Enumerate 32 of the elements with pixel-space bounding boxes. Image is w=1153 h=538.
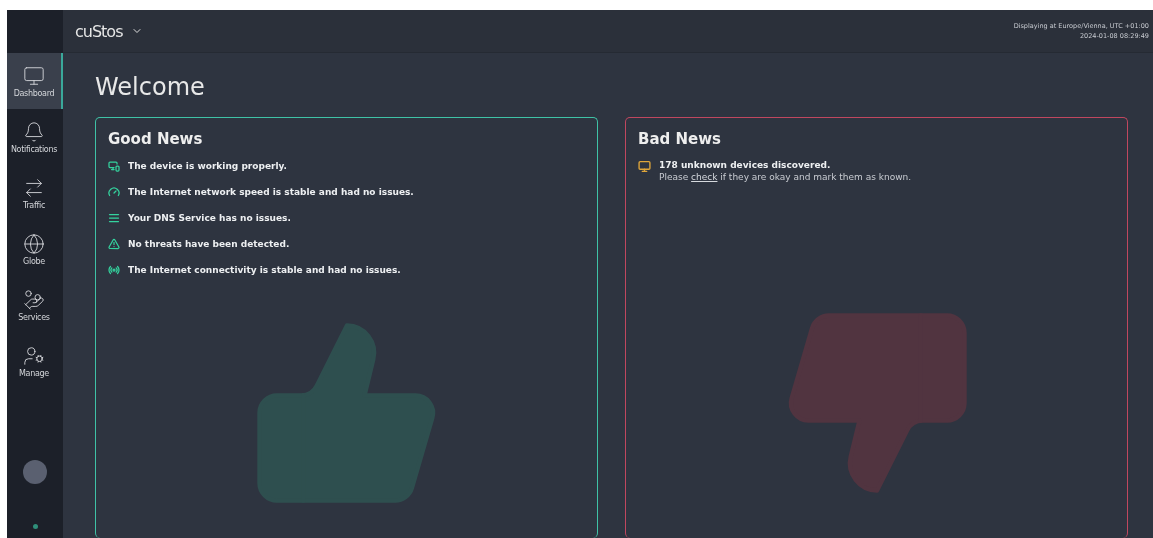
card-title: Good News	[108, 130, 204, 148]
globe-icon	[23, 232, 45, 255]
news-text: The device is working properly.	[128, 161, 287, 171]
card-title: Bad News	[638, 130, 723, 148]
person-icon	[23, 344, 45, 367]
sidebar-item[interactable]: Globe	[7, 221, 63, 277]
avatar[interactable]	[23, 460, 47, 484]
list-icon	[108, 212, 120, 224]
signal-icon	[108, 264, 120, 276]
bell-icon	[23, 120, 45, 143]
news-text: No threats have been detected.	[128, 239, 290, 249]
gauge-icon	[108, 186, 120, 198]
sidebar-item[interactable]: Services	[7, 277, 63, 333]
status-dot	[32, 524, 38, 529]
devices-icon	[638, 160, 651, 173]
arrows-icon	[23, 176, 45, 199]
monitor-icon	[23, 64, 45, 87]
news-detail: Please check if they are okay and mark them as known.	[659, 172, 912, 182]
news-text: 178 unknown devices discovered.	[659, 160, 832, 170]
hand-icon	[23, 288, 45, 311]
check-link[interactable]: check	[691, 172, 718, 182]
news-text: The Internet network speed is stable and had no issues.	[128, 187, 414, 197]
sidebar-item[interactable]: Notifications	[7, 109, 63, 165]
news-text: The Internet connectivity is stable and had no issues.	[128, 265, 401, 275]
device-icon	[108, 160, 120, 172]
sidebar-item[interactable]: Traffic	[7, 165, 63, 221]
logo[interactable]: cuStos	[75, 21, 123, 41]
page-title: Welcome	[95, 73, 206, 101]
sidebar-item[interactable]: Dashboard	[7, 53, 63, 109]
warning-icon	[108, 238, 120, 250]
sidebar-item[interactable]: Manage	[7, 333, 63, 389]
news-text: Your DNS Service has no issues.	[128, 213, 291, 223]
